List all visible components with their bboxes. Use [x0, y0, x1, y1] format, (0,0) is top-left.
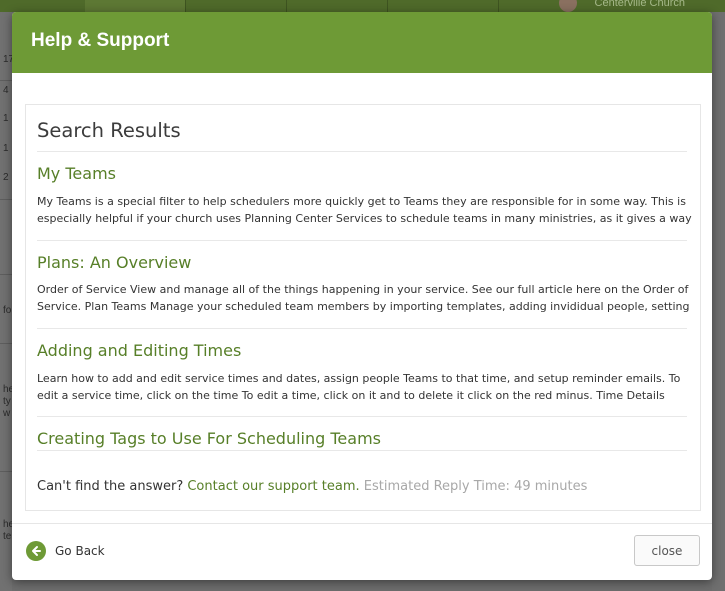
- background-fragment: 2: [3, 172, 9, 183]
- support-question-text: Can't find the answer?: [37, 479, 184, 494]
- background-divider: [0, 471, 12, 472]
- search-result-snippet-line: My Teams is a special filter to help sch…: [37, 195, 686, 208]
- close-button[interactable]: close: [634, 535, 700, 566]
- search-result-title-link[interactable]: My Teams: [37, 164, 116, 183]
- background-fragment: te: [3, 531, 12, 542]
- search-result-snippet-line: Learn how to add and edit service times …: [37, 372, 681, 385]
- modal-title: Help & Support: [31, 30, 170, 51]
- background-fragment: 4: [3, 85, 9, 96]
- background-fragment: ty: [3, 396, 11, 407]
- background-tab: [85, 0, 186, 12]
- help-support-modal: Help & Support Search Results My Teams M…: [12, 12, 712, 580]
- result-divider: [37, 450, 687, 451]
- go-back-label: Go Back: [55, 544, 105, 558]
- background-fragment: w: [3, 408, 11, 419]
- background-church-avatar: [559, 0, 577, 12]
- background-left-strip: 17 4 1 1 2 fo he ty w he te: [0, 12, 14, 591]
- background-tab: [186, 0, 287, 12]
- arrow-left-circle-icon: [26, 541, 46, 561]
- background-divider: [0, 80, 12, 81]
- result-divider: [37, 328, 687, 329]
- background-tab: [287, 0, 388, 12]
- background-fragment: 1: [3, 143, 9, 154]
- go-back-button[interactable]: Go Back: [26, 541, 105, 561]
- contact-support-link[interactable]: Contact our support team.: [187, 479, 359, 494]
- search-result-title-link[interactable]: Plans: An Overview: [37, 253, 191, 272]
- background-divider: [0, 274, 12, 275]
- modal-footer-divider: [12, 523, 712, 524]
- search-result-snippet-line: Order of Service View and manage all of …: [37, 283, 689, 296]
- search-result-snippet-line: Service. Plan Teams Manage your schedule…: [37, 300, 690, 313]
- search-results-panel: Search Results My Teams My Teams is a sp…: [25, 104, 701, 511]
- support-contact-line: Can't find the answer? Contact our suppo…: [37, 479, 587, 494]
- search-result-title-link[interactable]: Creating Tags to Use For Scheduling Team…: [37, 429, 381, 448]
- result-divider: [37, 416, 687, 417]
- background-divider: [0, 199, 12, 200]
- result-divider: [37, 240, 687, 241]
- background-fragment: fo: [3, 305, 12, 316]
- background-fragment: 1: [3, 113, 9, 124]
- search-result-snippet-line: edit a service time, click on the time T…: [37, 389, 665, 402]
- background-tab: [388, 0, 499, 12]
- background-divider: [0, 343, 12, 344]
- background-right-strip: [712, 12, 725, 591]
- background-church-name: Centerville Church: [594, 0, 685, 9]
- heading-divider: [37, 151, 687, 152]
- background-app-topbar: Centerville Church: [0, 0, 725, 12]
- search-result-title-link[interactable]: Adding and Editing Times: [37, 341, 241, 360]
- modal-header: Help & Support: [12, 12, 712, 73]
- search-results-heading: Search Results: [37, 119, 181, 142]
- estimated-reply-time: Estimated Reply Time: 49 minutes: [363, 479, 588, 494]
- search-result-snippet-line: especially helpful if your church uses P…: [37, 212, 692, 225]
